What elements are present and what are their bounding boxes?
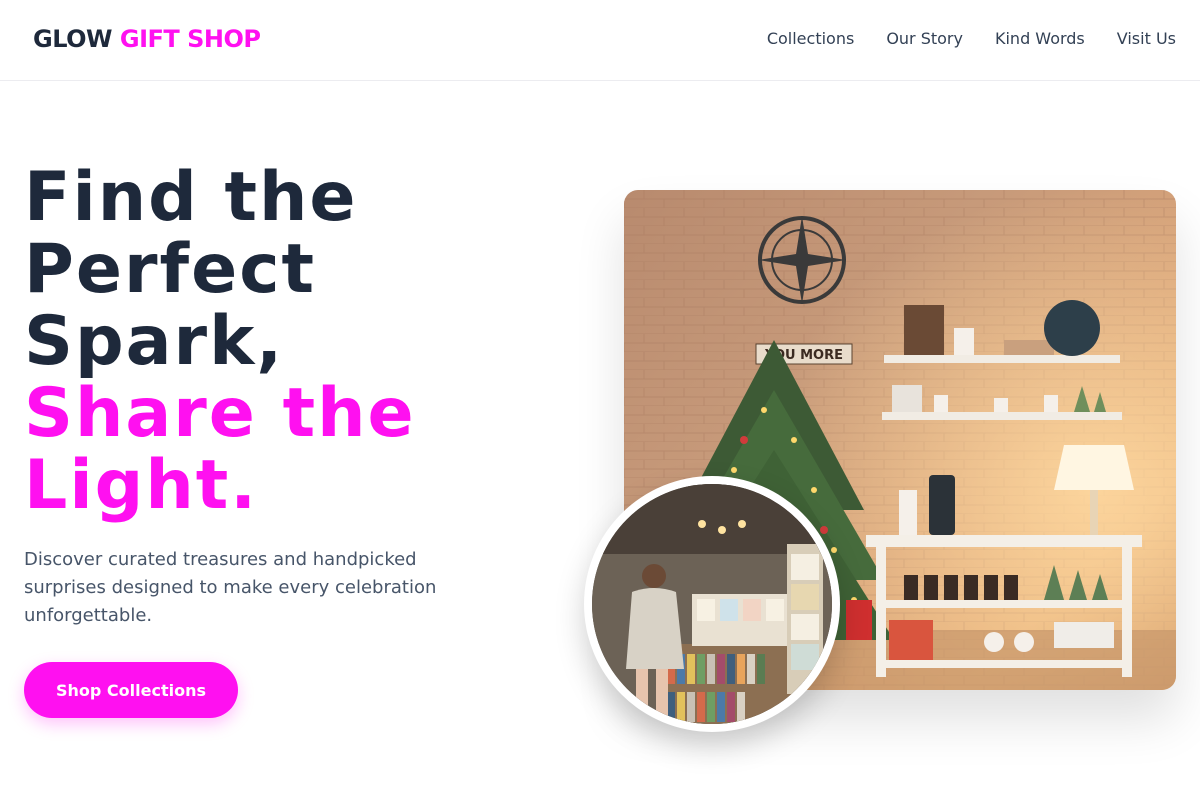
brand-logo[interactable]: GLOW GIFT SHOP — [33, 25, 261, 53]
shopper-photo-frame — [592, 484, 832, 724]
compass-wall-decor — [758, 216, 846, 304]
headline-line: Perfect — [24, 230, 317, 309]
nav-link-visit-us[interactable]: Visit Us — [1117, 29, 1176, 48]
hero-subtext: Discover curated treasures and handpicke… — [24, 549, 437, 626]
headline-accent-line: Share the — [24, 374, 416, 453]
nav-link-our-story[interactable]: Our Story — [886, 29, 963, 48]
hero-headline: Find the Perfect Spark, Share the Light. — [24, 162, 584, 522]
headline-line: Spark, — [24, 302, 285, 381]
top-navigation-bar: GLOW GIFT SHOP Collections Our Story Kin… — [0, 0, 1200, 81]
nav-link-kind-words[interactable]: Kind Words — [995, 29, 1085, 48]
brand-name-part1: GLOW — [33, 25, 113, 53]
brand-name-part2: GIFT SHOP — [119, 25, 261, 53]
shopper-illustration — [592, 484, 832, 724]
main-nav: Collections Our Story Kind Words Visit U… — [767, 29, 1176, 48]
shopper-inset-photo — [584, 476, 840, 732]
headline-line: Find the — [24, 158, 358, 237]
nav-link-collections[interactable]: Collections — [767, 29, 854, 48]
headline-accent-line: Light. — [24, 446, 259, 525]
shop-collections-button[interactable]: Shop Collections — [24, 662, 238, 718]
